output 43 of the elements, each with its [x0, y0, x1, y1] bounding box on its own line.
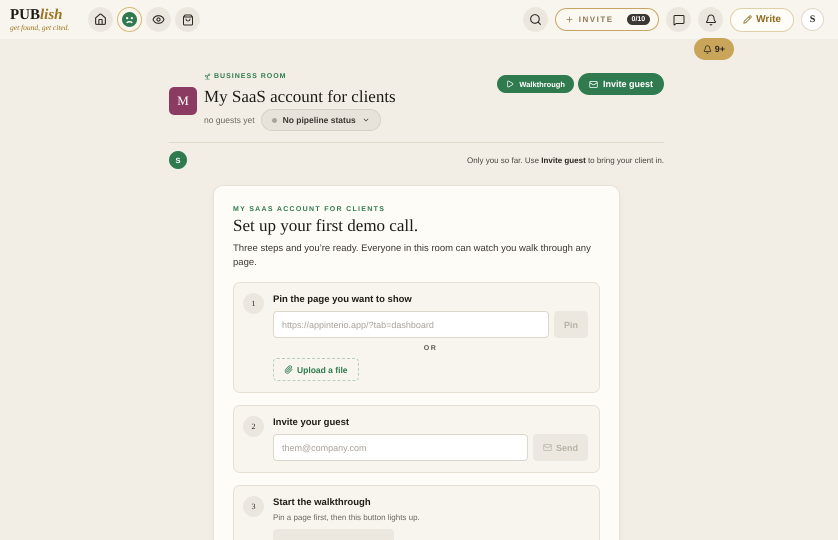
step-number: 2 — [243, 416, 264, 437]
pencil-icon — [743, 15, 752, 24]
room-avatar: M — [169, 87, 197, 115]
card-intro: Three steps and you’re ready. Everyone in this room can watch you walk through any page. — [233, 242, 592, 270]
caret-icon — [362, 116, 370, 124]
eye-icon — [152, 13, 165, 26]
bag-icon — [182, 14, 194, 26]
step-title: Start the walkthrough — [273, 497, 372, 508]
mail-icon — [542, 443, 552, 452]
search-button[interactable] — [522, 7, 548, 32]
status-dot — [272, 118, 277, 122]
watch-nav-button[interactable] — [146, 7, 171, 32]
card-title: Set up your first demo call. — [233, 216, 420, 236]
step-title: Invite your guest — [273, 417, 350, 428]
play-icon — [506, 80, 514, 88]
room-nav-button[interactable] — [117, 7, 142, 32]
face-icon — [122, 12, 137, 27]
chat-icon — [672, 14, 685, 26]
step-title: Pin the page you want to show — [273, 294, 413, 305]
invite-button[interactable]: Invite guest — [578, 73, 664, 95]
home-nav-button[interactable] — [88, 7, 113, 32]
messages-button[interactable] — [666, 7, 692, 32]
sprout-icon — [204, 73, 211, 80]
step-number: 3 — [243, 496, 264, 517]
home-icon — [94, 13, 107, 26]
plus-icon — [564, 15, 574, 24]
shop-nav-button[interactable] — [175, 7, 200, 32]
pipeline-status-dropdown[interactable]: No pipeline status — [260, 109, 381, 131]
notification-badge[interactable]: 9+ — [694, 38, 734, 60]
bell-icon — [704, 14, 717, 26]
search-icon — [528, 13, 542, 26]
paperclip-icon — [284, 365, 293, 374]
user-avatar[interactable]: S — [801, 8, 824, 31]
members-note: Only you so far. Use Invite guest to bring your client in. — [467, 156, 664, 164]
step-hint: Pin a page first, then this button lights up. — [273, 513, 421, 522]
notifications-button[interactable] — [698, 7, 724, 32]
bell-icon — [702, 44, 712, 54]
write-button[interactable]: Write — [730, 8, 794, 32]
logo[interactable]: PUBlish — [10, 7, 88, 23]
mail-icon — [588, 80, 598, 88]
step-number: 1 — [243, 293, 264, 314]
room-title: My SaaS account for clients — [204, 87, 396, 107]
guest-count: no guests yet — [204, 115, 255, 125]
